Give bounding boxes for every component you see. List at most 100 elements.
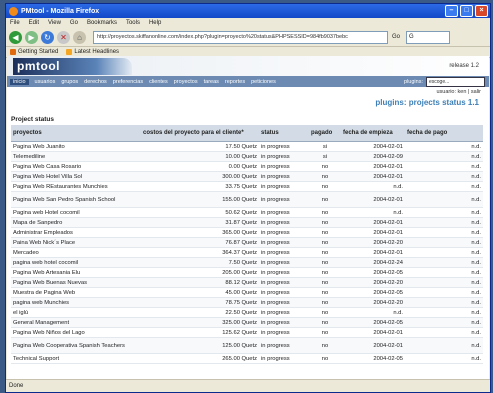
cell-pay: n.d.: [405, 181, 483, 192]
cell-name[interactable]: Pagina Web REstaurantes Munchies: [11, 181, 141, 192]
nav-tareas[interactable]: tareas: [204, 79, 219, 85]
plugins-select[interactable]: escoge...: [426, 76, 485, 87]
cell-cost: 265.00 Quetz: [141, 353, 259, 364]
cell-status: in progress: [259, 257, 309, 268]
header-status[interactable]: status: [259, 125, 309, 142]
nav-usuarios[interactable]: usuarios: [35, 79, 56, 85]
home-icon[interactable]: ⌂: [73, 30, 86, 44]
menu-bookmarks[interactable]: Bookmarks: [87, 20, 117, 26]
cell-name[interactable]: Pagina Web Casa Rosario: [11, 161, 141, 172]
cell-date: 2004-02-01: [341, 247, 405, 258]
cell-status: in progress: [259, 277, 309, 288]
table-row: Pagina Web Artesania Elu 205.00 Quetz in p…: [11, 267, 483, 278]
back-arrow-icon[interactable]: ◀: [9, 30, 22, 44]
close-button[interactable]: ×: [475, 5, 488, 17]
cell-name[interactable]: Pagina web Hotel cocomil: [11, 207, 141, 218]
firefox-icon: [9, 6, 18, 16]
window-title: PMtool - Mozilla Firefox: [21, 7, 100, 15]
table-row: Administrar Empleados 365.00 Quetz in prog…: [11, 227, 483, 238]
cell-cost: 300.00 Quetz: [141, 171, 259, 182]
cell-pay: n.d.: [405, 151, 483, 162]
cell-name[interactable]: Pagina Web Cooperativa Spanish Teachers: [11, 337, 141, 354]
nav-proyectos[interactable]: proyectos: [174, 79, 198, 85]
cell-name[interactable]: Pagina Web Niños del Lago: [11, 327, 141, 338]
cell-paid: no: [309, 307, 341, 318]
search-input[interactable]: G: [406, 30, 451, 44]
cell-name[interactable]: Mercadeo: [11, 247, 141, 258]
cell-name[interactable]: Muestra de Pagina Web: [11, 287, 141, 298]
header-pagado[interactable]: pagado: [309, 125, 341, 142]
cell-date: 2004-02-01: [341, 227, 405, 238]
go-button[interactable]: Go: [392, 34, 400, 40]
cell-paid: si: [309, 141, 341, 152]
cell-cost: 125.62 Quetz: [141, 327, 259, 338]
cell-name[interactable]: Pagina Web San Pedro Spanish School: [11, 191, 141, 208]
bookmark-latest-headlines[interactable]: Latest Headlines: [66, 49, 119, 55]
menu-view[interactable]: View: [48, 20, 61, 26]
cell-cost: 155.00 Quetz: [141, 191, 259, 208]
cell-status: in progress: [259, 207, 309, 218]
pmtool-logo[interactable]: pmtool: [13, 57, 132, 75]
cell-name[interactable]: Pagina Web Juanito: [11, 141, 141, 152]
cell-pay: n.d.: [405, 327, 483, 338]
menu-file[interactable]: File: [10, 20, 20, 26]
table-row: Pagina Web Buenas Nuevas 88.12 Quetz in pr…: [11, 277, 483, 288]
nav-inicio[interactable]: inicio: [10, 78, 29, 85]
cell-name[interactable]: General Management: [11, 317, 141, 328]
cell-paid: no: [309, 257, 341, 268]
cell-name[interactable]: Technical Support: [11, 353, 141, 364]
cell-date: 2004-02-01: [341, 327, 405, 338]
cell-cost: 33.75 Quetz: [141, 181, 259, 192]
cell-paid: no: [309, 171, 341, 182]
cell-date: 2004-02-05: [341, 317, 405, 328]
pm-nav-bar: inicio usuarios grupos derechos preferen…: [7, 76, 489, 87]
cell-date: 2004-02-01: [341, 141, 405, 152]
bookmark-getting-started[interactable]: Getting Started: [10, 49, 58, 55]
reload-icon[interactable]: ↻: [41, 30, 54, 44]
stop-icon[interactable]: ✕: [57, 30, 70, 44]
cell-date: n.d.: [341, 181, 405, 192]
cell-name[interactable]: pagina web Munchies: [11, 297, 141, 308]
cell-pay: n.d.: [405, 297, 483, 308]
cell-paid: no: [309, 181, 341, 192]
table-row: pagina web Munchies 78.75 Quetz in progres…: [11, 297, 483, 308]
forward-arrow-icon[interactable]: ▶: [25, 30, 38, 44]
cell-date: 2004-02-01: [341, 161, 405, 172]
cell-name[interactable]: Pagina Web Buenas Nuevas: [11, 277, 141, 288]
header-proyectos[interactable]: proyectos: [11, 125, 141, 142]
nav-preferencias[interactable]: preferencias: [113, 79, 143, 85]
menu-help[interactable]: Help: [149, 20, 161, 26]
user-line[interactable]: usuario: ken | salir: [7, 89, 481, 98]
cell-name[interactable]: pagina web hotel cocomil: [11, 257, 141, 268]
header-fecha-pago[interactable]: fecha de pago: [405, 125, 483, 142]
nav-grupos[interactable]: grupos: [61, 79, 78, 85]
cell-status: in progress: [259, 307, 309, 318]
minimize-button[interactable]: –: [445, 5, 458, 17]
cell-name[interactable]: el iglú: [11, 307, 141, 318]
cell-name[interactable]: Telemediline: [11, 151, 141, 162]
menu-go[interactable]: Go: [70, 20, 78, 26]
cell-paid: no: [309, 227, 341, 238]
cell-cost: 365.00 Quetz: [141, 227, 259, 238]
nav-peticiones[interactable]: peticiones: [251, 79, 276, 85]
cell-name[interactable]: Administrar Empleados: [11, 227, 141, 238]
menu-bar: File Edit View Go Bookmarks Tools Help: [6, 18, 490, 28]
nav-derechos[interactable]: derechos: [84, 79, 107, 85]
cell-pay: n.d.: [405, 237, 483, 248]
cell-name[interactable]: Pagina Web Hotel Villa Sol: [11, 171, 141, 182]
header-fecha-empieza[interactable]: fecha de empieza: [341, 125, 405, 142]
cell-name[interactable]: Paina Web Nick´s Place: [11, 237, 141, 248]
cell-cost: 125.00 Quetz: [141, 337, 259, 354]
nav-reportes[interactable]: reportes: [225, 79, 245, 85]
menu-tools[interactable]: Tools: [126, 20, 140, 26]
cell-name[interactable]: Mapa de Sanpedro: [11, 217, 141, 228]
cell-status: in progress: [259, 181, 309, 192]
menu-edit[interactable]: Edit: [29, 20, 39, 26]
cell-name[interactable]: Pagina Web Artesania Elu: [11, 267, 141, 278]
address-bar[interactable]: http://proyectos.skiffanonline.com/index…: [93, 30, 388, 44]
nav-clientes[interactable]: clientes: [149, 79, 168, 85]
cell-status: in progress: [259, 141, 309, 152]
header-costos[interactable]: costos del proyecto para el cliente*: [141, 125, 259, 142]
title-bar: PMtool - Mozilla Firefox – □ ×: [6, 4, 490, 18]
maximize-button[interactable]: □: [460, 5, 473, 17]
